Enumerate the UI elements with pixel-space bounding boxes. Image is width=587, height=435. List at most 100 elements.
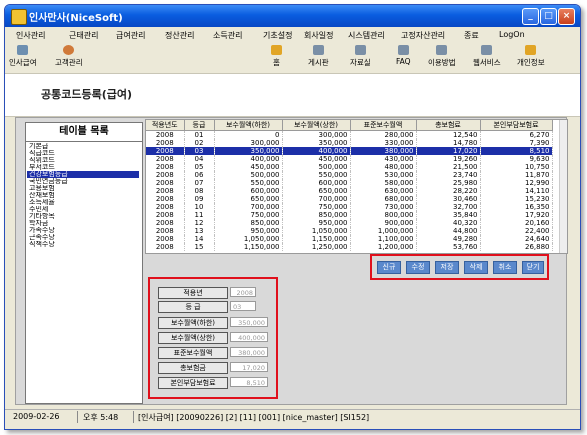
- list-item[interactable]: 학자금: [27, 220, 139, 227]
- table-cell: 300,000: [282, 130, 351, 139]
- menu-item-logon[interactable]: LogOn: [499, 30, 525, 39]
- toolbar-howto-button[interactable]: 이용방법: [428, 45, 456, 68]
- list-item[interactable]: 국민연금등급: [27, 178, 139, 185]
- toolbar-label: 홈: [273, 58, 280, 67]
- save-button[interactable]: 저장: [435, 261, 459, 274]
- minimize-button[interactable]: _: [522, 8, 539, 25]
- table-cell: 350,000: [282, 139, 351, 147]
- grid-column-header[interactable]: 적용년도: [146, 120, 185, 131]
- year-field[interactable]: 2008: [230, 287, 256, 297]
- table-cell: 26,880: [480, 243, 553, 251]
- table-row[interactable]: 2008 14 1,050,000 1,150,000 1,100,000 49,280 2…: [146, 235, 553, 243]
- table-row[interactable]: 2008 04 400,000 450,000 430,000 19,260 9,630: [146, 155, 553, 163]
- menu-item-exit[interactable]: 종료: [464, 30, 479, 41]
- table-row[interactable]: 2008 07 550,000 600,000 580,000 25,980 12,990: [146, 179, 553, 187]
- menu-item-fixed-assets[interactable]: 고정자산관리: [401, 30, 445, 41]
- table-cell: 10,750: [480, 163, 553, 171]
- toolbar-label: 인사급여: [9, 58, 37, 67]
- cancel-button[interactable]: 취소: [493, 261, 517, 274]
- menu-item-settlement[interactable]: 정산관리: [165, 30, 194, 41]
- total-premium-field[interactable]: 17,020: [230, 362, 268, 372]
- menu-item-payroll[interactable]: 급여관리: [116, 30, 145, 41]
- table-row[interactable]: 2008 06 500,000 550,000 530,000 23,740 11,870: [146, 171, 553, 179]
- title-bar[interactable]: 인사만사(NiceSoft) _ □ ×: [5, 5, 580, 27]
- list-item-selected[interactable]: 건강보험등급: [27, 171, 139, 178]
- table-cell: 22,400: [480, 227, 553, 235]
- close-button[interactable]: ×: [558, 8, 575, 25]
- list-item[interactable]: 가족수당: [27, 227, 139, 234]
- grid-column-header[interactable]: 총보험료: [416, 120, 481, 131]
- status-date: 2009-02-26: [13, 412, 60, 421]
- table-row[interactable]: 2008 11 750,000 850,000 800,000 35,840 17,920: [146, 211, 553, 219]
- toolbar-library-button[interactable]: 자료실: [350, 45, 371, 68]
- maximize-button[interactable]: □: [540, 8, 557, 25]
- list-item[interactable]: 직위코드: [27, 157, 139, 164]
- table-row[interactable]: 2008 05 450,000 500,000 480,000 21,500 10,750: [146, 163, 553, 171]
- menu-item-attendance[interactable]: 근태관리: [69, 30, 98, 41]
- page-header: 공통코드등록(급여): [5, 74, 580, 117]
- edit-button[interactable]: 수정: [406, 261, 430, 274]
- table-row[interactable]: 2008 10 700,000 750,000 730,000 32,700 16,350: [146, 203, 553, 211]
- table-cell: 2008: [146, 195, 185, 203]
- list-item[interactable]: 직책수당: [27, 241, 139, 248]
- table-cell: 300,000: [214, 139, 283, 147]
- grid-column-header[interactable]: 등급: [184, 120, 215, 131]
- table-cell: 25,980: [416, 179, 481, 187]
- list-item[interactable]: 기타항목: [27, 213, 139, 220]
- status-time: 오후 5:48: [83, 413, 119, 422]
- table-row[interactable]: 2008 02 300,000 350,000 330,000 14,780 7,390: [146, 139, 553, 147]
- grade-field[interactable]: 03: [230, 301, 256, 311]
- delete-button[interactable]: 삭제: [464, 261, 488, 274]
- table-row[interactable]: 2008 08 600,000 650,000 630,000 28,220 14,110: [146, 187, 553, 195]
- table-cell: 500,000: [282, 163, 351, 171]
- table-cell: 550,000: [214, 179, 283, 187]
- grid-column-header[interactable]: 보수월액(하한): [214, 120, 283, 131]
- list-item[interactable]: 소득세율: [27, 199, 139, 206]
- standard-salary-field[interactable]: 380,000: [230, 347, 268, 357]
- menu-item-personnel[interactable]: 인사관리: [16, 30, 45, 41]
- person-icon: [63, 45, 75, 55]
- toolbar-payroll-button[interactable]: 인사급여: [9, 45, 37, 68]
- list-item[interactable]: 고용보험: [27, 185, 139, 192]
- toolbar-home-button[interactable]: 홈: [271, 45, 282, 68]
- new-button[interactable]: 신규: [377, 261, 401, 274]
- grid-column-header[interactable]: 표준보수월액: [350, 120, 417, 131]
- menu-item-schedule[interactable]: 회사일정: [304, 30, 333, 41]
- table-list: 기본급 직급코드 직위코드 부서코드 건강보험등급 국민연금등급 고용보험 산재…: [27, 143, 139, 248]
- grid-column-header[interactable]: 보수월액(상한): [282, 120, 351, 131]
- table-cell: 23,740: [416, 171, 481, 179]
- detail-form: 적용년 2008 등 급 03 보수월액(하한) 350,000 보수월액(상한…: [148, 277, 278, 399]
- toolbar-webservice-button[interactable]: 웹서비스: [473, 45, 501, 68]
- app-window: 인사만사(NiceSoft) _ □ × 인사관리 근태관리 급여관리 정산관리…: [4, 4, 581, 430]
- grid-column-header[interactable]: 본인부담보험료: [480, 120, 553, 131]
- table-cell: 400,000: [214, 155, 283, 163]
- toolbar-customer-button[interactable]: 고객관리: [55, 45, 83, 68]
- table-row[interactable]: 2008 13 950,000 1,050,000 1,000,000 44,800 22,…: [146, 227, 553, 235]
- table-cell: 600,000: [214, 187, 283, 195]
- table-row[interactable]: 2008 09 650,000 700,000 680,000 30,460 15,230: [146, 195, 553, 203]
- upper-salary-field[interactable]: 400,000: [230, 332, 268, 342]
- toolbar-board-button[interactable]: 게시판: [308, 45, 329, 68]
- table-cell: 1,200,000: [350, 243, 417, 251]
- toolbar-personalinfo-button[interactable]: 개인정보: [517, 45, 545, 68]
- table-row[interactable]: 2008 12 850,000 950,000 900,000 40,320 20,160: [146, 219, 553, 227]
- list-item[interactable]: 직급코드: [27, 150, 139, 157]
- personal-premium-field[interactable]: 8,510: [230, 377, 268, 387]
- list-item[interactable]: 근속수당: [27, 234, 139, 241]
- table-cell: 06: [184, 171, 215, 179]
- grid-scrollbar[interactable]: [559, 120, 567, 253]
- window-title: 인사만사(NiceSoft): [29, 13, 123, 24]
- toolbar-faq-button[interactable]: FAQ: [396, 45, 411, 66]
- list-item[interactable]: 부서코드: [27, 164, 139, 171]
- table-row[interactable]: 2008 15 1,150,000 1,250,000 1,200,000 53,760 2…: [146, 243, 553, 251]
- list-item[interactable]: 산재보험: [27, 192, 139, 199]
- menu-item-basic-settings[interactable]: 기초설정: [263, 30, 292, 41]
- table-row[interactable]: 2008 01 0 300,000 280,000 12,540 6,270: [146, 130, 553, 139]
- menu-item-income[interactable]: 소득관리: [213, 30, 242, 41]
- close-form-button[interactable]: 닫기: [522, 261, 544, 274]
- table-row[interactable]: 2008 03 350,000 400,000 380,000 17,020 8,510: [146, 147, 553, 155]
- menu-item-system[interactable]: 시스템관리: [348, 30, 385, 41]
- list-item[interactable]: 주민세: [27, 206, 139, 213]
- list-item[interactable]: 기본급: [27, 143, 139, 150]
- lower-salary-field[interactable]: 350,000: [230, 317, 268, 327]
